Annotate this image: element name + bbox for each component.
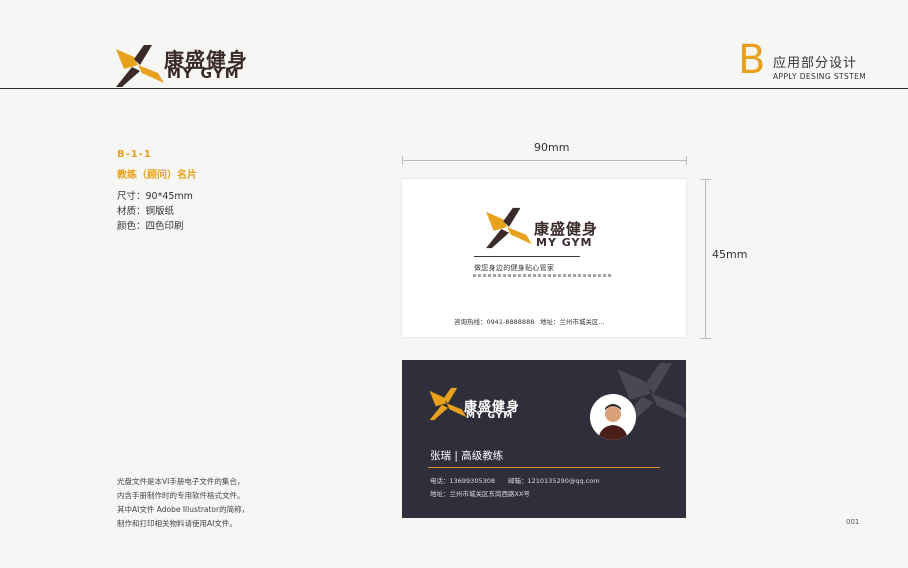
width-tick-left <box>402 156 403 165</box>
card-front-divider <box>474 256 580 257</box>
card-back-name-title: 张瑞 | 高级教练 <box>430 450 504 462</box>
brand-logo-icon <box>116 45 164 87</box>
card-front-logo-en: MY GYM <box>536 236 593 249</box>
card-back-divider <box>428 467 660 468</box>
spec-color: 颜色：四色印刷 <box>117 221 184 232</box>
width-dimension-line <box>402 160 686 161</box>
header-divider <box>0 88 908 89</box>
card-back-logo-icon <box>429 387 467 421</box>
width-dimension-label: 90mm <box>534 141 570 154</box>
note-line: 制作和打印相关物料请使用AI文件。 <box>117 519 237 528</box>
person-photo-icon <box>590 394 636 440</box>
business-card-back: 康盛健身 MY GYM 张瑞 | 高级教练 电话：13699305308 邮箱：… <box>402 360 686 518</box>
card-front-slogan-subline <box>473 274 613 277</box>
card-back-phone: 电话：13699305308 <box>430 477 495 485</box>
avatar <box>590 394 636 440</box>
note-line: 光盘文件是本VI手册电子文件的集合， <box>117 477 245 486</box>
height-dimension-line <box>705 179 706 339</box>
card-back-address: 地址：兰州市城关区东岗西路XX号 <box>430 490 530 498</box>
width-tick-right <box>686 156 687 165</box>
card-back-logo-en: MY GYM <box>466 411 514 421</box>
card-front-address: 地址：兰州市城关区... <box>540 318 605 326</box>
card-back-email: 邮箱：1210135290@qq.com <box>508 477 600 485</box>
section-title: 应用部分设计 <box>773 56 858 71</box>
height-tick-bottom <box>700 338 711 339</box>
note-line: 其中AI文件 Adobe Illustrator的简称， <box>117 505 250 514</box>
height-dimension-label: 45mm <box>712 248 748 261</box>
page-number: 001 <box>846 518 860 526</box>
spec-title: 教练（顾问）名片 <box>117 170 197 181</box>
note-line: 内含手册制作时的专用软件格式文件。 <box>117 491 245 500</box>
card-front-hotline: 咨询热线：0941-8888888 <box>454 318 535 326</box>
logo-english-name: MY GYM <box>167 66 241 82</box>
card-front-logo-icon <box>486 207 532 249</box>
section-letter: B <box>738 37 766 83</box>
section-subtitle: APPLY DESING STSTEM <box>773 72 867 81</box>
spec-material: 材质：铜版纸 <box>117 206 175 217</box>
spec-code: B-1-1 <box>117 149 152 160</box>
spec-size: 尺寸：90*45mm <box>117 191 193 202</box>
height-tick-top <box>700 179 711 180</box>
business-card-front <box>402 179 686 337</box>
card-front-slogan: 做您身边的健身贴心管家 <box>474 264 555 272</box>
